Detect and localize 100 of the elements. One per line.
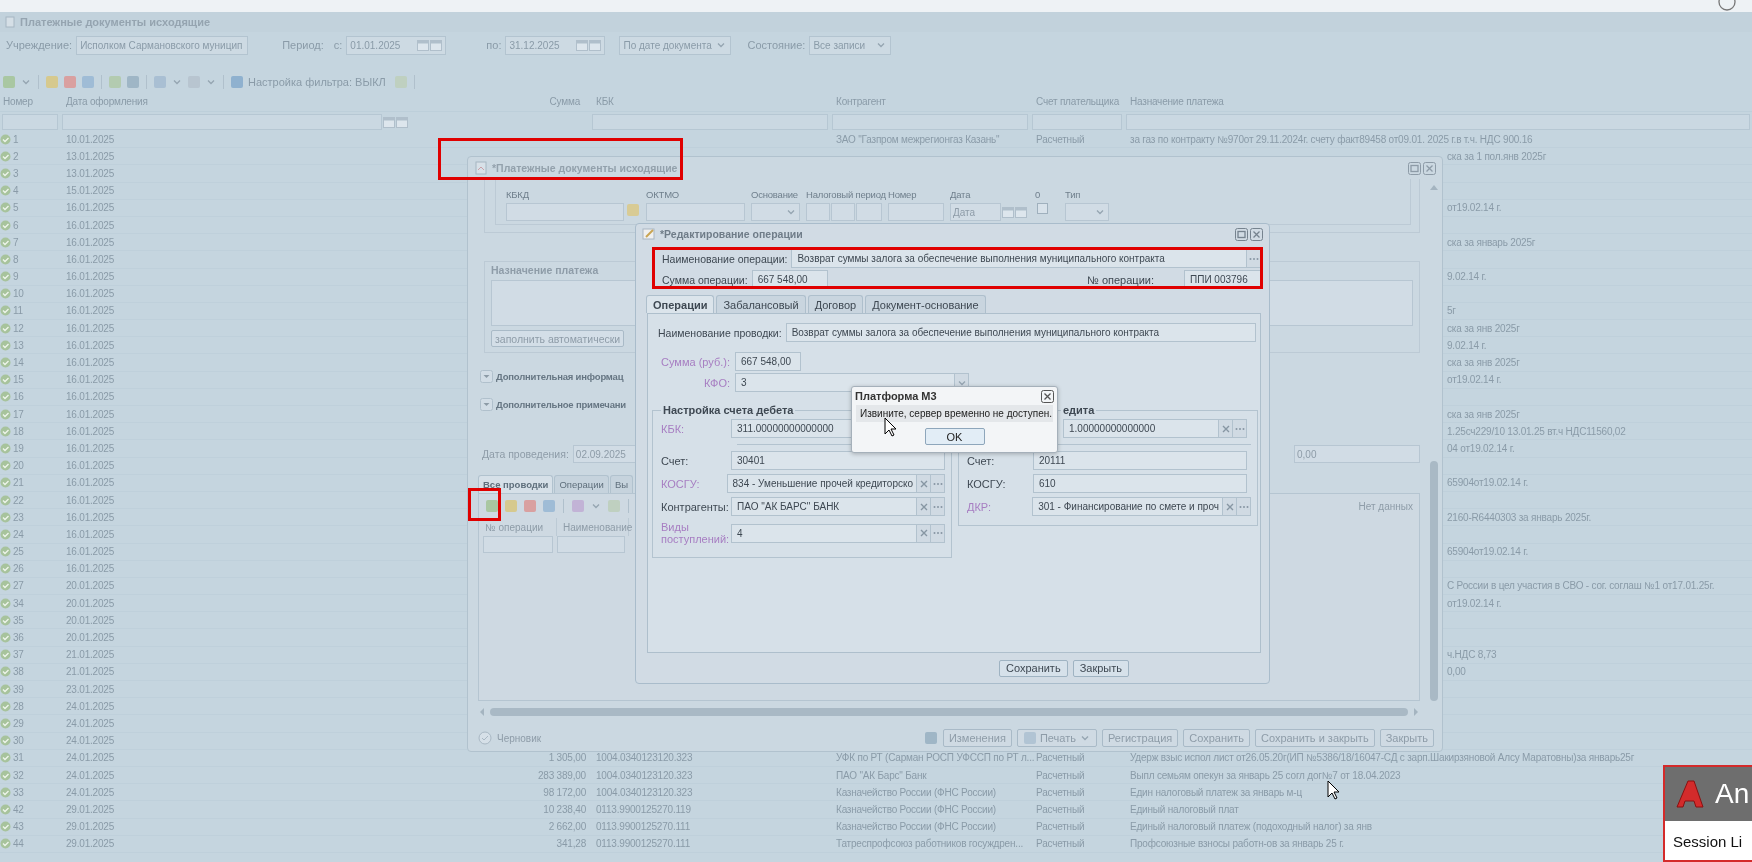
tab[interactable]: Операции — [646, 295, 715, 313]
toolbar-button[interactable]: Изменения — [942, 729, 1012, 747]
lookup-field[interactable]: ПАО "АК БАРС" БАНК — [731, 497, 945, 516]
ellipsis-icon[interactable] — [1234, 426, 1245, 431]
fill-button[interactable]: заполнить автоматически — [491, 330, 625, 347]
section-title[interactable]: Дополнительная информац — [496, 370, 624, 382]
date-field[interactable]: Дата — [950, 203, 1001, 221]
ellipsis-icon[interactable] — [1238, 504, 1249, 509]
field-label: КОСГУ: — [967, 477, 1007, 490]
filter-field[interactable] — [483, 536, 553, 553]
input-field[interactable] — [888, 203, 944, 221]
check-circle-icon — [0, 322, 11, 334]
calendar-icon[interactable] — [417, 39, 430, 51]
tab[interactable]: Забалансовый — [716, 295, 806, 313]
expand-toggle-icon[interactable] — [480, 369, 493, 383]
tab[interactable]: Документ-основание — [865, 295, 986, 313]
toolbar-button[interactable]: Регистрация — [1101, 729, 1179, 747]
clear-icon[interactable] — [919, 502, 928, 511]
ok-button[interactable]: OK — [924, 428, 985, 445]
scroll-up-icon[interactable] — [1429, 183, 1439, 191]
tab[interactable]: Договор — [807, 295, 864, 313]
close-icon[interactable] — [1041, 389, 1054, 403]
lookup-field[interactable]: 1.00000000000000 — [1063, 419, 1247, 438]
column-header[interactable]: Контрагент — [836, 96, 886, 107]
column-header[interactable]: Номер — [3, 96, 33, 107]
table-cell: 16.01.2025 — [66, 219, 115, 231]
table-cell: Расчетный — [1036, 821, 1085, 833]
filter-field[interactable] — [557, 536, 625, 553]
check-circle-icon — [0, 546, 11, 558]
ellipsis-icon[interactable] — [932, 504, 943, 509]
row-number: 35 — [13, 614, 24, 626]
column-header[interactable]: Наименование — [563, 521, 633, 533]
column-header[interactable]: Назначение платежа — [1130, 96, 1224, 107]
date-field[interactable]: 01.01.2025 — [346, 35, 447, 55]
column-header[interactable]: КБК — [596, 96, 614, 107]
amount-field[interactable]: 0,00 — [1294, 445, 1420, 463]
toolbar-button[interactable]: Сохранить и закрыть — [1254, 729, 1375, 747]
dialog-button[interactable]: Закрыть — [1072, 659, 1129, 677]
calendar-icon[interactable] — [1015, 206, 1027, 218]
clear-icon[interactable] — [1221, 424, 1230, 433]
input-field[interactable]: 20111 — [1033, 451, 1247, 470]
row-number: 36 — [13, 632, 24, 644]
scrollbar-thumb[interactable] — [490, 708, 1408, 716]
input-field[interactable] — [856, 203, 882, 221]
table-cell: 20.01.2025 — [66, 632, 115, 644]
tab[interactable]: Все проводки — [478, 475, 554, 493]
input-field[interactable]: 667 548,00 — [735, 352, 801, 371]
input-field[interactable]: Возврат суммы залога за обеспечение выполнения муниципального контракта — [785, 323, 1256, 342]
section-title[interactable]: Дополнительное примечани — [496, 398, 626, 410]
tab[interactable]: Вы — [609, 475, 634, 493]
input-field[interactable] — [806, 203, 830, 221]
calendar-icon[interactable] — [430, 39, 443, 51]
ellipsis-icon[interactable] — [1248, 256, 1259, 261]
scrollbar-thumb[interactable] — [1430, 461, 1438, 701]
column-header[interactable]: № операции — [485, 521, 544, 533]
date-field[interactable]: 31.12.2025 — [505, 35, 606, 55]
lookup-field[interactable]: 4 — [731, 523, 945, 543]
input-field[interactable] — [506, 203, 624, 221]
column-header[interactable]: Дата оформления — [66, 96, 148, 107]
window-title: *Редактирование операции — [660, 228, 803, 240]
checkbox[interactable] — [1037, 203, 1048, 214]
scroll-right-icon[interactable] — [1412, 707, 1420, 717]
calendar-icon[interactable] — [396, 115, 408, 128]
dropdown-field[interactable] — [751, 203, 800, 221]
dialog-button[interactable]: Сохранить — [998, 659, 1068, 677]
clear-icon[interactable] — [1225, 502, 1234, 511]
lookup-field[interactable]: 834 - Уменьшение прочей кредиторско — [726, 474, 945, 493]
calendar-icon[interactable] — [383, 115, 395, 128]
field-label: КБКД — [506, 189, 530, 200]
calendar-icon[interactable] — [589, 39, 602, 51]
maximize-icon[interactable] — [1235, 227, 1248, 241]
scroll-left-icon[interactable] — [478, 707, 486, 717]
calendar-icon[interactable] — [1002, 206, 1014, 218]
input-field[interactable]: 610 — [1033, 474, 1247, 493]
column-header[interactable]: Сумма — [549, 96, 580, 107]
filter-field[interactable] — [62, 113, 382, 130]
ellipsis-icon[interactable] — [932, 531, 943, 535]
check-circle-icon — [0, 614, 11, 626]
input-field[interactable]: Исполком Сармановского муницип — [76, 35, 249, 55]
tab[interactable]: Операции — [554, 475, 609, 493]
clear-icon[interactable] — [919, 479, 928, 488]
calendar-icon[interactable] — [576, 39, 589, 51]
input-field[interactable] — [646, 203, 745, 221]
maximize-icon[interactable] — [1408, 161, 1421, 175]
input-field[interactable] — [831, 203, 855, 221]
toolbar-button[interactable]: Сохранить — [1183, 729, 1250, 747]
input-field[interactable]: 30401 — [731, 451, 945, 470]
dropdown-field[interactable]: Все записи — [809, 35, 892, 55]
clear-icon[interactable] — [919, 529, 928, 537]
dropdown-field[interactable] — [1065, 203, 1109, 221]
column-header[interactable]: Счет плательщика — [1036, 96, 1119, 107]
check-circle-icon — [0, 752, 11, 764]
table-cell: ЗАО "Газпром межрегионгаз Казань" — [836, 133, 1000, 145]
print-button[interactable]: Печать — [1016, 729, 1097, 747]
row-number: 12 — [13, 322, 24, 334]
expand-toggle-icon[interactable] — [480, 397, 493, 411]
ellipsis-icon[interactable] — [932, 481, 943, 486]
dropdown-field[interactable]: По дате документа — [619, 35, 732, 55]
lookup-field[interactable]: 301 - Финансирование по смете и проч — [1032, 497, 1251, 516]
toolbar-button[interactable]: Закрыть — [1379, 729, 1434, 747]
